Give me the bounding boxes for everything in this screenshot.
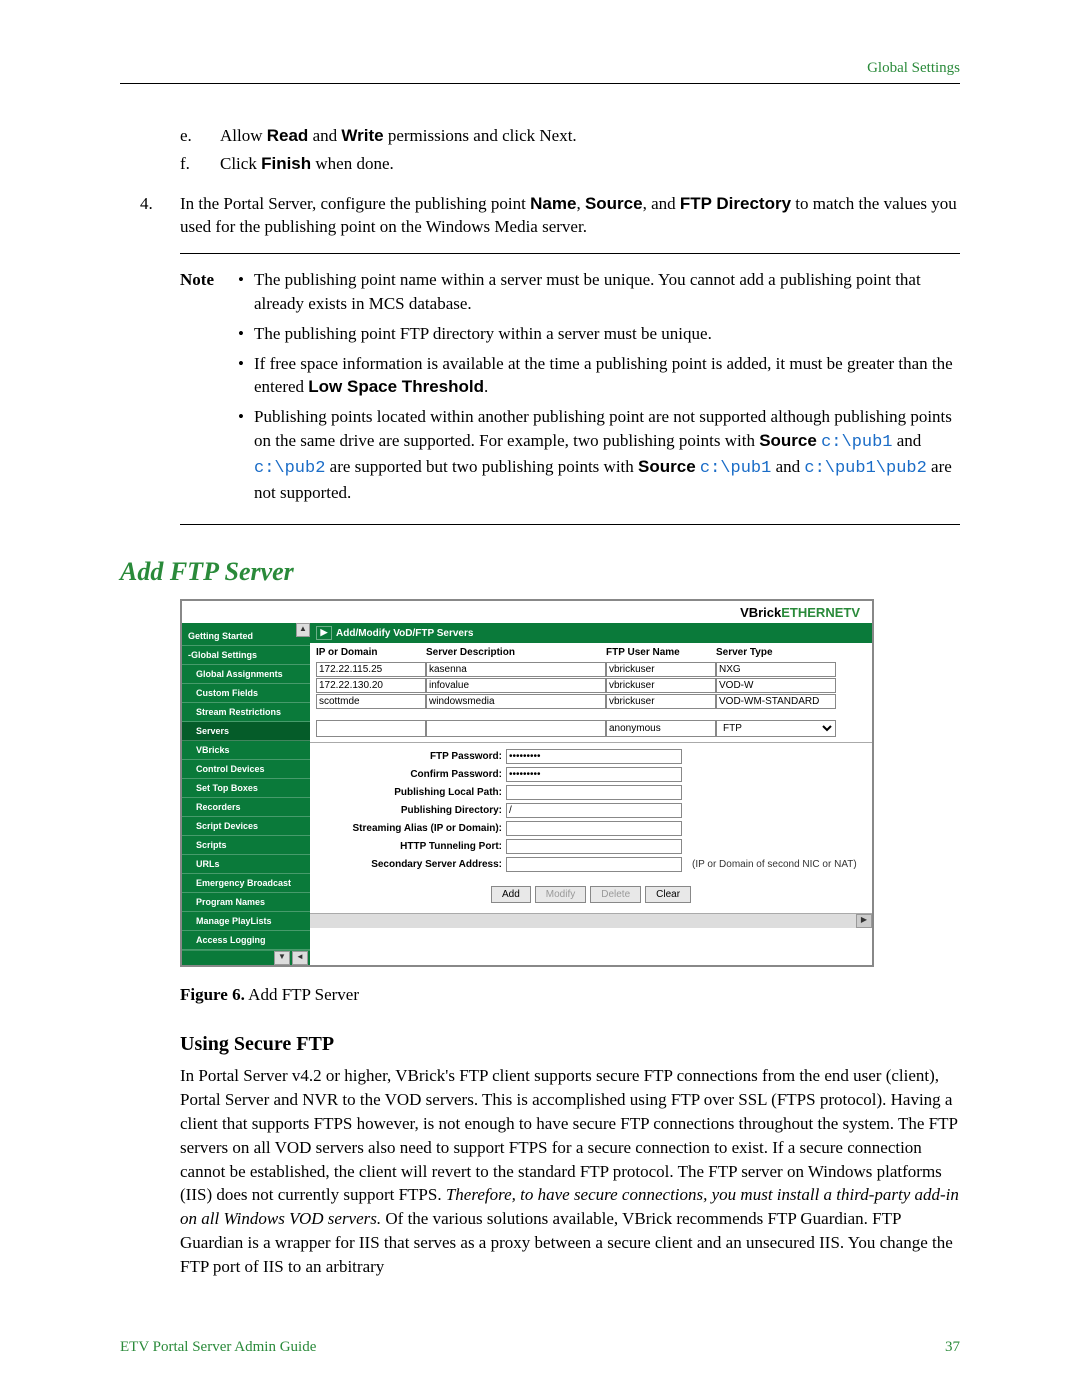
table-row — [316, 678, 866, 693]
publishing-directory-label: Publishing Directory: — [322, 805, 502, 816]
page-footer: ETV Portal Server Admin Guide 37 — [120, 1339, 960, 1356]
user-field[interactable] — [606, 678, 716, 693]
note-block: Note The publishing point name within a … — [180, 268, 960, 510]
col-desc: Server Description — [426, 647, 606, 658]
section-heading-add-ftp-server: Add FTP Server — [120, 557, 960, 587]
form-section: FTP Password: Confirm Password: Publishi… — [310, 743, 872, 876]
figure-caption: Figure 6. Add FTP Server — [180, 985, 960, 1005]
ftp-password-label: FTP Password: — [322, 751, 502, 762]
sidebar: ▲ Getting Started -Global Settings Globa… — [182, 623, 310, 965]
confirm-password-label: Confirm Password: — [322, 769, 502, 780]
publishing-local-path-label: Publishing Local Path: — [322, 787, 502, 798]
ip-field[interactable] — [316, 662, 426, 677]
user-field[interactable] — [606, 694, 716, 709]
sidebar-item-recorders[interactable]: Recorders — [182, 798, 310, 817]
desc-field[interactable] — [426, 678, 606, 693]
rule — [180, 524, 960, 525]
footer-page-number: 37 — [945, 1339, 960, 1356]
body-paragraph: In Portal Server v4.2 or higher, VBrick'… — [180, 1064, 960, 1278]
sidebar-item-getting-started[interactable]: Getting Started — [182, 627, 310, 646]
rule — [120, 83, 960, 84]
note-item-4: Publishing points located within another… — [234, 405, 960, 504]
table-row — [316, 662, 866, 677]
note-item-3: If free space information is available a… — [234, 352, 960, 400]
panel-title: Add/Modify VoD/FTP Servers — [336, 628, 473, 639]
streaming-alias-label: Streaming Alias (IP or Domain): — [322, 823, 502, 834]
sidebar-item-vbricks[interactable]: VBricks — [182, 741, 310, 760]
publishing-directory-field[interactable] — [506, 803, 682, 818]
sub-step-list: e. Allow Read and Write permissions and … — [180, 124, 960, 176]
secondary-server-field[interactable] — [506, 857, 682, 872]
note-label: Note — [180, 268, 234, 510]
confirm-password-field[interactable] — [506, 767, 682, 782]
figure-screenshot: VBrickETHERNETV ▲ Getting Started -Globa… — [180, 599, 874, 967]
sidebar-item-global-assignments[interactable]: Global Assignments — [182, 665, 310, 684]
desc-field[interactable] — [426, 662, 606, 677]
delete-button[interactable]: Delete — [590, 886, 641, 903]
sidebar-item-servers[interactable]: Servers — [182, 722, 310, 741]
streaming-alias-field[interactable] — [506, 821, 682, 836]
sidebar-item-access-logging[interactable]: Access Logging — [182, 931, 310, 950]
main-panel: ▶ Add/Modify VoD/FTP Servers IP or Domai… — [310, 623, 872, 965]
secondary-server-label: Secondary Server Address: — [322, 859, 502, 870]
footer-doc-title: ETV Portal Server Admin Guide — [120, 1339, 316, 1356]
user-field[interactable] — [606, 662, 716, 677]
sidebar-item-manage-playlists[interactable]: Manage PlayLists — [182, 912, 310, 931]
clear-button[interactable]: Clear — [645, 886, 691, 903]
note-item-2: The publishing point FTP directory withi… — [234, 322, 960, 346]
arrow-right-icon[interactable]: ▶ — [316, 626, 332, 640]
table-row — [316, 694, 866, 709]
table-headers: IP or Domain Server Description FTP User… — [310, 643, 872, 662]
step-e: e. Allow Read and Write permissions and … — [180, 124, 960, 148]
scroll-right-icon[interactable]: ▶ — [856, 914, 872, 928]
scroll-left-icon[interactable]: ◄ — [292, 951, 308, 965]
modify-button[interactable]: Modify — [535, 886, 586, 903]
rule — [180, 253, 960, 254]
publishing-local-path-field[interactable] — [506, 785, 682, 800]
button-row: Add Modify Delete Clear — [310, 876, 872, 913]
sidebar-item-program-names[interactable]: Program Names — [182, 893, 310, 912]
step-f: f. Click Finish when done. — [180, 152, 960, 176]
step-4: 4. In the Portal Server, configure the p… — [140, 192, 960, 240]
col-type: Server Type — [716, 647, 836, 658]
secondary-server-hint: (IP or Domain of second NIC or NAT) — [692, 859, 857, 870]
ip-field[interactable] — [316, 694, 426, 709]
logo: VBrickETHERNETV — [740, 605, 860, 620]
type-field[interactable] — [716, 662, 836, 677]
sidebar-item-emergency-broadcast[interactable]: Emergency Broadcast — [182, 874, 310, 893]
type-field[interactable] — [716, 678, 836, 693]
col-ip: IP or Domain — [316, 647, 426, 658]
ip-field[interactable] — [316, 678, 426, 693]
sidebar-item-set-top-boxes[interactable]: Set Top Boxes — [182, 779, 310, 798]
sidebar-item-script-devices[interactable]: Script Devices — [182, 817, 310, 836]
subsection-heading-using-secure-ftp: Using Secure FTP — [180, 1033, 960, 1056]
col-user: FTP User Name — [606, 647, 716, 658]
note-item-1: The publishing point name within a serve… — [234, 268, 960, 316]
http-tunneling-label: HTTP Tunneling Port: — [322, 841, 502, 852]
sidebar-item-urls[interactable]: URLs — [182, 855, 310, 874]
breadcrumb: Global Settings — [120, 60, 960, 77]
sidebar-item-custom-fields[interactable]: Custom Fields — [182, 684, 310, 703]
add-button[interactable]: Add — [491, 886, 531, 903]
horizontal-scrollbar[interactable]: ▶ — [310, 913, 872, 928]
scroll-up-icon[interactable]: ▲ — [296, 623, 310, 637]
table-row-new: FTP — [316, 720, 866, 737]
ip-field[interactable] — [316, 720, 426, 737]
http-tunneling-field[interactable] — [506, 839, 682, 854]
sidebar-item-global-settings[interactable]: -Global Settings — [182, 646, 310, 665]
desc-field[interactable] — [426, 720, 606, 737]
sidebar-item-control-devices[interactable]: Control Devices — [182, 760, 310, 779]
sidebar-item-scripts[interactable]: Scripts — [182, 836, 310, 855]
scroll-down-icon[interactable]: ▼ — [274, 951, 290, 965]
sidebar-item-stream-restrictions[interactable]: Stream Restrictions — [182, 703, 310, 722]
desc-field[interactable] — [426, 694, 606, 709]
type-select[interactable]: FTP — [716, 720, 836, 737]
user-field[interactable] — [606, 720, 716, 737]
server-table: FTP — [310, 662, 872, 743]
ftp-password-field[interactable] — [506, 749, 682, 764]
type-field[interactable] — [716, 694, 836, 709]
